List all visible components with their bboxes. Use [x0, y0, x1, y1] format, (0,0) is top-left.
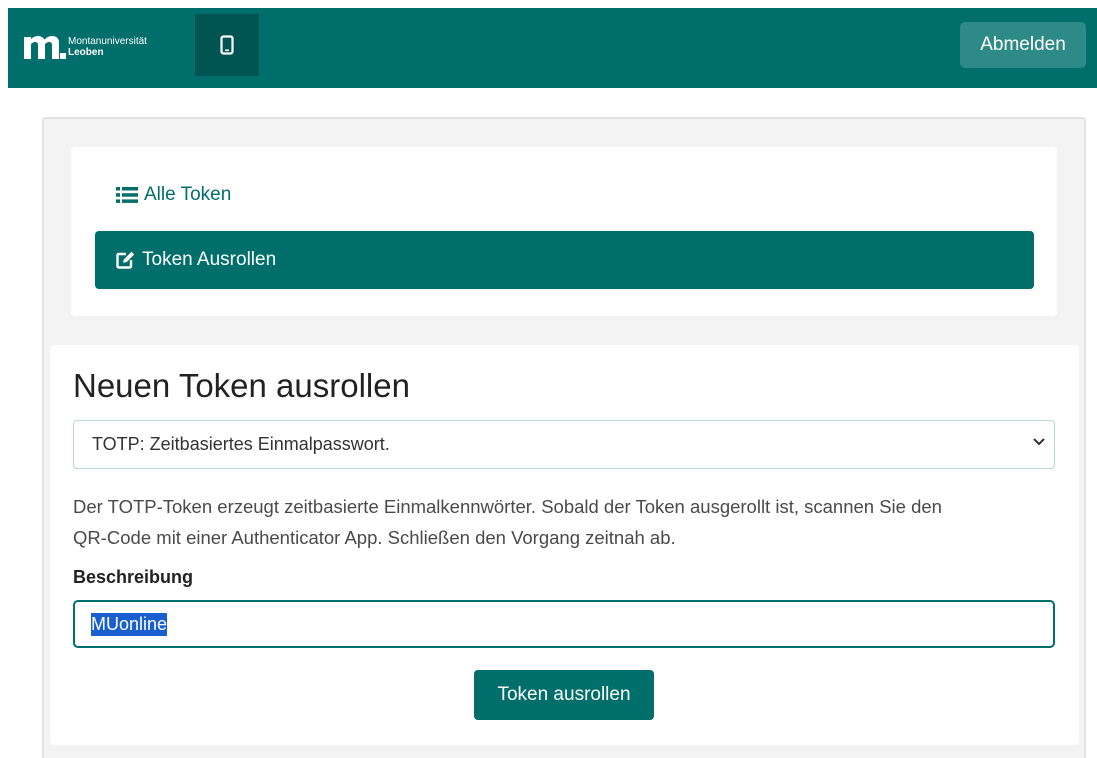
logout-button[interactable]: Abmelden: [960, 22, 1086, 68]
logo-line2: Leoben: [68, 47, 104, 58]
edit-icon: [116, 251, 135, 269]
page-title: Neuen Token ausrollen: [73, 367, 410, 404]
description-input[interactable]: MUonline: [73, 600, 1055, 648]
mobile-phone-icon: [220, 35, 234, 55]
nav-enroll-token[interactable]: Token Ausrollen: [95, 231, 1034, 289]
nav-all-tokens[interactable]: Alle Token: [116, 184, 231, 206]
description-line-2: QR-Code mit einer Authenticator App. Sch…: [73, 527, 676, 548]
token-type-select[interactable]: TOTP: Zeitbasiertes Einmalpasswort.: [73, 420, 1055, 469]
university-logo[interactable]: Montanuniversität Leoben: [22, 29, 172, 65]
logo-text: Montanuniversität Leoben: [68, 36, 147, 58]
description-field-label: Beschreibung: [73, 567, 194, 587]
logo-mark-icon: [24, 36, 66, 59]
nav-all-tokens-label: Alle Token: [144, 184, 232, 205]
enroll-token-button[interactable]: Token ausrollen: [474, 670, 654, 720]
top-navbar: Montanuniversität Leoben Abmelden: [8, 8, 1097, 88]
chevron-down-icon: [1033, 438, 1045, 446]
token-description-text: Der TOTP-Token erzeugt zeitbasierte Einm…: [73, 491, 1063, 553]
list-icon: [116, 187, 138, 203]
logo-line1: Montanuniversität: [68, 36, 147, 47]
nav-enroll-token-label: Token Ausrollen: [142, 249, 277, 270]
description-line-1: Der TOTP-Token erzeugt zeitbasierte Einm…: [73, 496, 942, 517]
description-input-value: MUonline: [91, 612, 168, 636]
token-type-selected-value: TOTP: Zeitbasiertes Einmalpasswort.: [92, 434, 390, 454]
mobile-device-button[interactable]: [195, 14, 259, 76]
